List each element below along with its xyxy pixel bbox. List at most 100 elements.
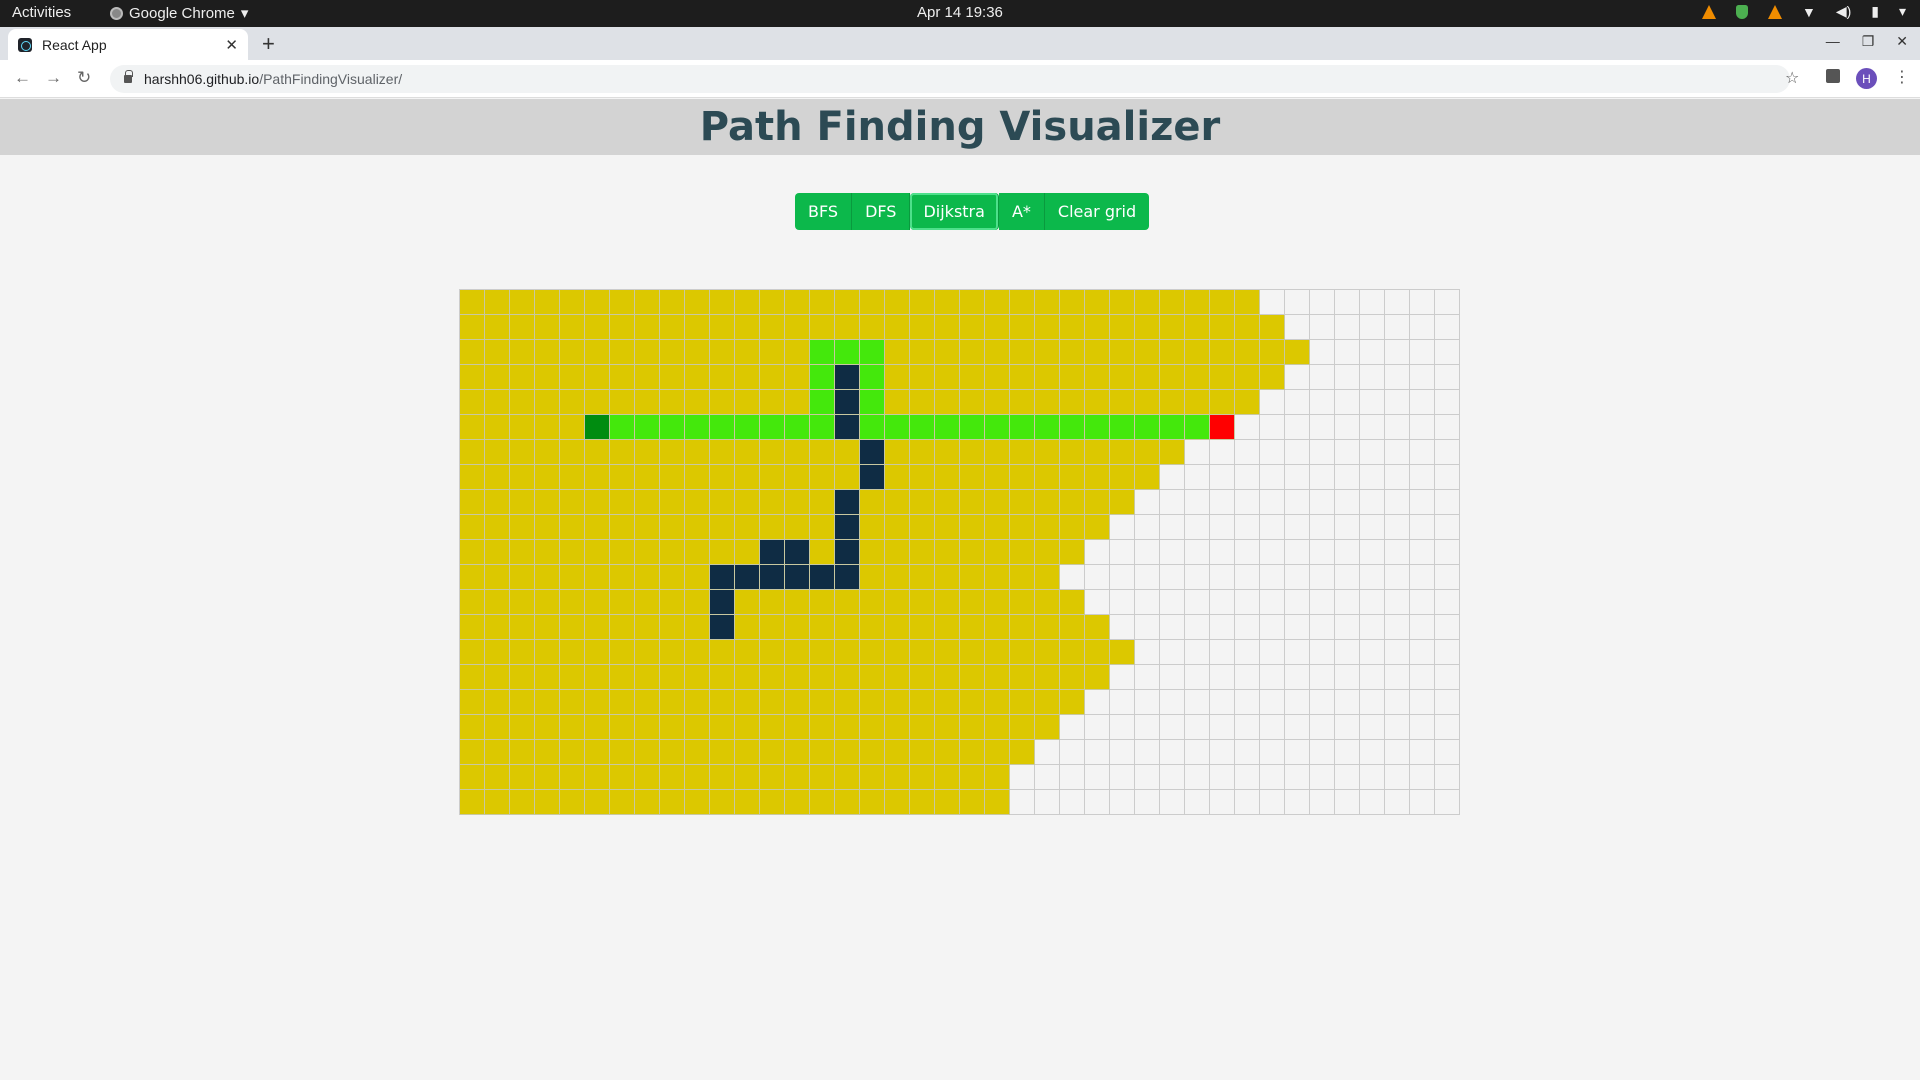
visited-cell[interactable] — [1060, 390, 1085, 415]
visited-cell[interactable] — [1085, 640, 1110, 665]
path-cell[interactable] — [935, 415, 960, 440]
visited-cell[interactable] — [1035, 590, 1060, 615]
visited-cell[interactable] — [1010, 565, 1035, 590]
visited-cell[interactable] — [485, 515, 510, 540]
grid-cell[interactable] — [1285, 665, 1310, 690]
visited-cell[interactable] — [835, 790, 860, 815]
dijkstra-button[interactable]: Dijkstra — [910, 193, 999, 230]
grid-cell[interactable] — [1135, 765, 1160, 790]
visited-cell[interactable] — [910, 465, 935, 490]
shield-icon[interactable] — [1735, 4, 1748, 19]
grid-cell[interactable] — [1235, 490, 1260, 515]
visited-cell[interactable] — [835, 290, 860, 315]
grid-cell[interactable] — [1235, 440, 1260, 465]
grid-cell[interactable] — [1135, 590, 1160, 615]
browser-tab[interactable]: React App ✕ — [8, 29, 248, 60]
visited-cell[interactable] — [1135, 390, 1160, 415]
path-cell[interactable] — [660, 415, 685, 440]
visited-cell[interactable] — [810, 790, 835, 815]
visited-cell[interactable] — [1110, 465, 1135, 490]
grid-cell[interactable] — [1410, 715, 1435, 740]
vlc-icon[interactable] — [1701, 4, 1716, 19]
visited-cell[interactable] — [660, 715, 685, 740]
visited-cell[interactable] — [635, 440, 660, 465]
visited-cell[interactable] — [685, 390, 710, 415]
visited-cell[interactable] — [985, 540, 1010, 565]
visited-cell[interactable] — [1060, 490, 1085, 515]
grid-cell[interactable] — [1335, 665, 1360, 690]
grid-cell[interactable] — [1435, 640, 1460, 665]
grid-cell[interactable] — [1310, 640, 1335, 665]
visited-cell[interactable] — [885, 315, 910, 340]
grid-cell[interactable] — [1035, 740, 1060, 765]
visited-cell[interactable] — [935, 365, 960, 390]
grid-cell[interactable] — [1410, 365, 1435, 390]
visited-cell[interactable] — [685, 765, 710, 790]
grid-cell[interactable] — [1210, 615, 1235, 640]
grid-cell[interactable] — [1110, 690, 1135, 715]
visited-cell[interactable] — [1060, 315, 1085, 340]
vlc-icon[interactable] — [1767, 4, 1782, 19]
grid-cell[interactable] — [1160, 790, 1185, 815]
grid-cell[interactable] — [1435, 715, 1460, 740]
grid-cell[interactable] — [1110, 740, 1135, 765]
clock[interactable]: Apr 14 19:36 — [917, 4, 1003, 21]
visited-cell[interactable] — [510, 565, 535, 590]
visited-cell[interactable] — [685, 565, 710, 590]
grid-cell[interactable] — [1110, 590, 1135, 615]
grid-cell[interactable] — [1285, 415, 1310, 440]
visited-cell[interactable] — [710, 690, 735, 715]
visited-cell[interactable] — [810, 615, 835, 640]
address-bar[interactable]: harshh06.github.io/PathFindingVisualizer… — [110, 65, 1790, 93]
grid-cell[interactable] — [1060, 790, 1085, 815]
visited-cell[interactable] — [985, 640, 1010, 665]
wall-cell[interactable] — [860, 465, 885, 490]
visited-cell[interactable] — [810, 690, 835, 715]
visited-cell[interactable] — [1285, 340, 1310, 365]
visited-cell[interactable] — [1110, 365, 1135, 390]
grid-cell[interactable] — [1435, 465, 1460, 490]
visited-cell[interactable] — [1035, 315, 1060, 340]
path-cell[interactable] — [710, 415, 735, 440]
visited-cell[interactable] — [1035, 640, 1060, 665]
grid-cell[interactable] — [1385, 540, 1410, 565]
visited-cell[interactable] — [935, 315, 960, 340]
visited-cell[interactable] — [1235, 365, 1260, 390]
visited-cell[interactable] — [760, 590, 785, 615]
visited-cell[interactable] — [860, 740, 885, 765]
visited-cell[interactable] — [560, 440, 585, 465]
visited-cell[interactable] — [935, 390, 960, 415]
visited-cell[interactable] — [510, 690, 535, 715]
visited-cell[interactable] — [485, 590, 510, 615]
visited-cell[interactable] — [1085, 315, 1110, 340]
visited-cell[interactable] — [510, 615, 535, 640]
grid-cell[interactable] — [1235, 715, 1260, 740]
visited-cell[interactable] — [835, 715, 860, 740]
visited-cell[interactable] — [1060, 640, 1085, 665]
visited-cell[interactable] — [760, 715, 785, 740]
visited-cell[interactable] — [960, 365, 985, 390]
visited-cell[interactable] — [935, 790, 960, 815]
visited-cell[interactable] — [485, 290, 510, 315]
grid-cell[interactable] — [1210, 565, 1235, 590]
grid-cell[interactable] — [1410, 465, 1435, 490]
visited-cell[interactable] — [560, 490, 585, 515]
grid-cell[interactable] — [1410, 415, 1435, 440]
grid-cell[interactable] — [1310, 665, 1335, 690]
visited-cell[interactable] — [1210, 315, 1235, 340]
visited-cell[interactable] — [985, 690, 1010, 715]
visited-cell[interactable] — [910, 390, 935, 415]
visited-cell[interactable] — [710, 540, 735, 565]
visited-cell[interactable] — [1035, 715, 1060, 740]
visited-cell[interactable] — [910, 590, 935, 615]
visited-cell[interactable] — [610, 640, 635, 665]
path-cell[interactable] — [860, 390, 885, 415]
visited-cell[interactable] — [935, 665, 960, 690]
visited-cell[interactable] — [960, 465, 985, 490]
clear-grid-button[interactable]: Clear grid — [1044, 193, 1150, 230]
path-cell[interactable] — [685, 415, 710, 440]
visited-cell[interactable] — [685, 440, 710, 465]
visited-cell[interactable] — [635, 390, 660, 415]
visited-cell[interactable] — [585, 615, 610, 640]
visited-cell[interactable] — [810, 515, 835, 540]
